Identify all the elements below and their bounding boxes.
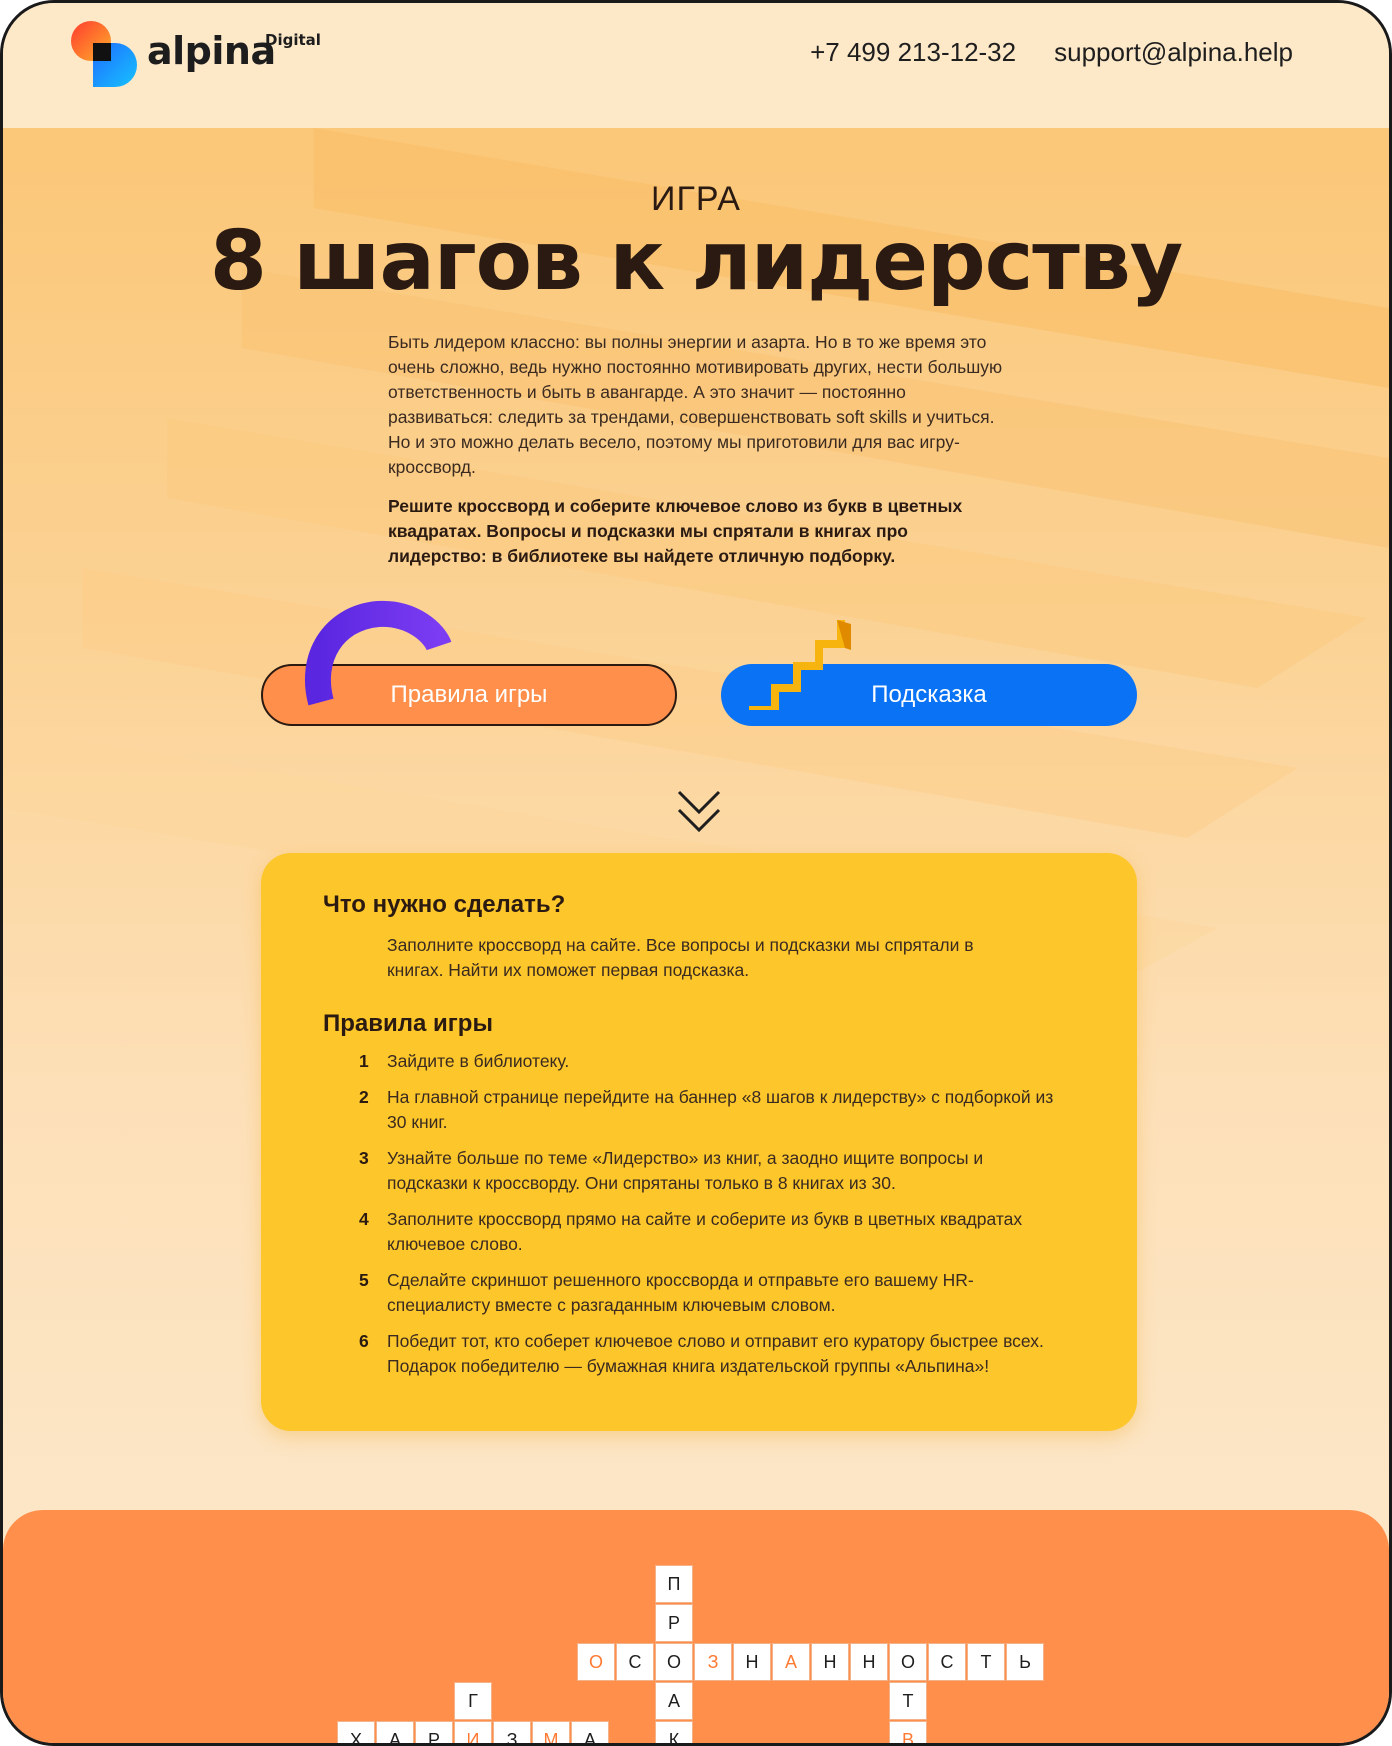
crossword-cell[interactable]: Т: [967, 1643, 1005, 1681]
rules-list-item: 6 Победит тот, кто соберет ключевое слово…: [359, 1329, 1059, 1379]
crossword-cell-highlight[interactable]: А: [772, 1643, 810, 1681]
cell-letter: В: [901, 1729, 914, 1746]
cell-letter: Р: [667, 1612, 680, 1633]
cell-letter: О: [666, 1651, 681, 1672]
rule-text: Заполните кроссворд прямо на сайте и соб…: [387, 1209, 1023, 1254]
intro-paragraph: Быть лидером классно: вы полны энергии и…: [388, 332, 1003, 477]
cell-letter: О: [900, 1651, 915, 1672]
crossword-cell[interactable]: А: [571, 1721, 609, 1746]
crossword-cell[interactable]: С: [616, 1643, 654, 1681]
cell-letter: М: [543, 1729, 559, 1746]
cell-letter: Н: [862, 1651, 876, 1672]
crossword-cell[interactable]: П: [655, 1565, 693, 1603]
crossword-cell[interactable]: Н: [733, 1643, 771, 1681]
rules-list-item: 2 На главной странице перейдите на баннер…: [359, 1085, 1059, 1135]
rules-card: Что нужно сделать? Заполните кроссворд н…: [261, 853, 1137, 1431]
cell-letter: П: [667, 1573, 681, 1594]
rules-list-item: 3 Узнайте больше по теме «Лидерство» из к…: [359, 1146, 1059, 1196]
crossword-cell[interactable]: Н: [850, 1643, 888, 1681]
rules-list-item: 1 Зайдите в библиотеку.: [359, 1049, 1059, 1074]
intro-bold-paragraph: Решите кроссворд и соберите ключевое сло…: [388, 496, 963, 566]
crossword-cell[interactable]: Р: [415, 1721, 453, 1746]
rule-number: 3: [359, 1148, 369, 1168]
cell-letter: А: [667, 1690, 680, 1711]
crossword-cell-highlight[interactable]: И: [454, 1721, 492, 1746]
crossword-cell[interactable]: Р: [655, 1604, 693, 1642]
cell-letter: Г: [468, 1690, 478, 1711]
cell-letter: Т: [980, 1651, 992, 1672]
crossword-cell-highlight[interactable]: О: [577, 1643, 615, 1681]
double-chevron-down-icon[interactable]: [673, 788, 725, 836]
cell-letter: С: [628, 1651, 642, 1672]
cell-letter: Н: [745, 1651, 759, 1672]
what-to-do-heading: Что нужно сделать?: [323, 891, 566, 918]
rule-number: 6: [359, 1331, 369, 1351]
rule-number: 4: [359, 1209, 369, 1229]
cell-letter: И: [466, 1729, 480, 1746]
cell-letter: Р: [427, 1729, 440, 1746]
crossword-cell[interactable]: Г: [454, 1682, 492, 1720]
crossword-cell[interactable]: О: [655, 1643, 693, 1681]
email-link[interactable]: support@alpina.help: [1054, 37, 1293, 68]
crossword-section: П Р О С О З Н А Н Н О С Т Ь А Т Г К В Х …: [3, 1510, 1389, 1746]
crossword-cell[interactable]: О: [889, 1643, 927, 1681]
cell-letter: З: [506, 1729, 518, 1746]
rule-number: 5: [359, 1270, 369, 1290]
crossword-cell[interactable]: З: [493, 1721, 531, 1746]
crossword-cell-highlight[interactable]: В: [889, 1721, 927, 1746]
rules-list: 1 Зайдите в библиотеку. 2 На главной стран…: [359, 1049, 1059, 1390]
cell-letter: А: [583, 1729, 596, 1746]
rules-list-item: 4 Заполните кроссворд прямо на сайте и со…: [359, 1207, 1059, 1257]
arc-decoration-icon: [304, 600, 452, 706]
cell-letter: О: [588, 1651, 603, 1672]
phone-link[interactable]: +7 499 213-12-32: [810, 37, 1016, 68]
rule-text: Зайдите в библиотеку.: [387, 1051, 570, 1071]
logo-subtext: Digital: [265, 31, 321, 49]
header: alpina Digital +7 499 213-12-32 support@…: [3, 3, 1389, 128]
crossword-cell-highlight[interactable]: З: [694, 1643, 732, 1681]
cell-letter: К: [668, 1729, 680, 1746]
page-title: 8 шагов к лидерству: [209, 214, 1183, 309]
what-to-do-text: Заполните кроссворд на сайте. Все вопрос…: [387, 935, 974, 980]
cell-letter: З: [707, 1651, 719, 1672]
hint-button-label: Подсказка: [871, 681, 987, 708]
rule-number: 1: [359, 1051, 369, 1071]
rule-text: На главной странице перейдите на баннер …: [387, 1087, 1054, 1132]
cell-letter: А: [388, 1729, 401, 1746]
game-rules-heading: Правила игры: [323, 1010, 493, 1037]
contacts: +7 499 213-12-32 support@alpina.help: [810, 37, 1293, 68]
crossword-cell[interactable]: Х: [337, 1721, 375, 1746]
crossword-cell[interactable]: С: [928, 1643, 966, 1681]
rule-number: 2: [359, 1087, 369, 1107]
crossword-cell[interactable]: А: [655, 1682, 693, 1720]
cell-letter: Т: [902, 1690, 914, 1711]
hero-section: ИГРА 8 шагов к лидерству Быть лидером кл…: [3, 128, 1389, 1508]
logo-text: alpina: [147, 29, 276, 73]
cell-letter: Ь: [1019, 1651, 1031, 1672]
crossword-cell[interactable]: К: [655, 1721, 693, 1746]
alpina-logo[interactable]: alpina Digital: [71, 19, 331, 89]
cell-letter: С: [940, 1651, 954, 1672]
alpina-logo-icon: [71, 21, 137, 87]
rule-text: Победит тот, кто соберет ключевое слово …: [387, 1331, 1044, 1376]
rule-text: Узнайте больше по теме «Лидерство» из кн…: [387, 1148, 984, 1193]
page-frame: alpina Digital +7 499 213-12-32 support@…: [0, 0, 1392, 1746]
rules-list-item: 5 Сделайте скриншот решенного кроссворда …: [359, 1268, 1059, 1318]
cell-letter: Х: [349, 1729, 362, 1746]
crossword-cell[interactable]: А: [376, 1721, 414, 1746]
rule-text: Сделайте скриншот решенного кроссворда и…: [387, 1270, 974, 1315]
stairs-decoration-icon: [749, 620, 851, 710]
crossword-cell-highlight[interactable]: М: [532, 1721, 570, 1746]
cell-letter: Н: [823, 1651, 837, 1672]
crossword-cell[interactable]: Т: [889, 1682, 927, 1720]
cell-letter: А: [784, 1651, 797, 1672]
crossword-cell[interactable]: Ь: [1006, 1643, 1044, 1681]
crossword-cell[interactable]: Н: [811, 1643, 849, 1681]
